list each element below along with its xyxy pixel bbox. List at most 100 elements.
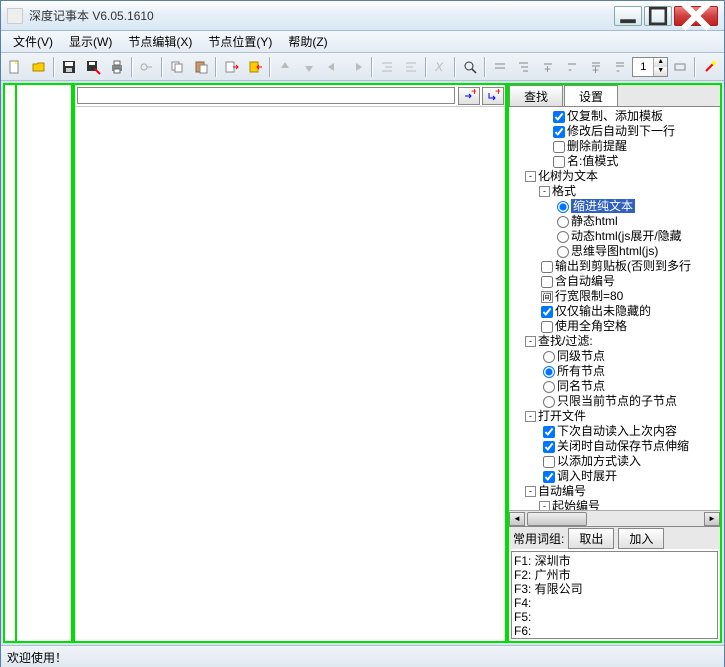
rad-dyn-html[interactable] [557, 231, 569, 243]
level-plus2-icon[interactable]: + [585, 56, 607, 78]
expand-all-icon[interactable] [513, 56, 535, 78]
menu-node-edit[interactable]: 节点编辑(X) [120, 31, 200, 52]
chk-fullspace[interactable] [541, 321, 553, 333]
import-icon[interactable] [244, 56, 266, 78]
tab-search[interactable]: 查找 [509, 85, 563, 106]
main-area: + + 查找 设置 仅复制、添加模板 修改后自动到下一行 删除前提醒 名:值模式… [3, 83, 722, 643]
insert-child-icon[interactable]: + [482, 87, 504, 105]
rad-sibling[interactable] [543, 351, 555, 363]
settings-tree[interactable]: 仅复制、添加模板 修改后自动到下一行 删除前提醒 名:值模式 -化树为文本 -格… [509, 107, 720, 510]
save-as-icon[interactable] [82, 56, 104, 78]
rad-all[interactable] [543, 366, 555, 378]
title-input[interactable] [77, 87, 455, 104]
chk-append[interactable] [543, 456, 555, 468]
phrase-f4[interactable]: F4: [514, 596, 715, 610]
chk-autonum[interactable] [541, 276, 553, 288]
window-title: 深度记事本 V6.05.1610 [29, 7, 612, 24]
print-icon[interactable] [106, 56, 128, 78]
rad-mindmap[interactable] [557, 246, 569, 258]
chk-nameval[interactable] [553, 156, 565, 168]
wand-icon[interactable] [699, 56, 721, 78]
tab-settings[interactable]: 设置 [564, 85, 618, 106]
phrase-f3[interactable]: F3: 有限公司 [514, 582, 715, 596]
tool-misc-icon[interactable] [669, 56, 691, 78]
exp-filter[interactable]: - [525, 336, 536, 347]
tree-pane[interactable] [15, 83, 73, 643]
level-minus-icon[interactable]: - [561, 56, 583, 78]
rad-static-html[interactable] [557, 216, 569, 228]
svg-text:+: + [471, 89, 476, 98]
chk-autoload[interactable] [543, 426, 555, 438]
svg-text:X: X [434, 60, 444, 74]
editor-area[interactable] [75, 107, 505, 641]
zoom-icon[interactable] [459, 56, 481, 78]
phrases-list[interactable]: F1: 深圳市 F2: 广州市 F3: 有限公司 F4: F5: F6: [511, 551, 718, 639]
svg-text:-: - [616, 63, 620, 75]
new-icon[interactable] [4, 56, 26, 78]
cut-icon[interactable]: X [430, 56, 452, 78]
scroll-right-arrow[interactable]: ► [704, 512, 720, 526]
save-icon[interactable] [58, 56, 80, 78]
export-icon[interactable] [220, 56, 242, 78]
exp-geshi[interactable]: - [539, 186, 550, 197]
right-tabs: 查找 设置 [509, 85, 720, 107]
chk-auto-next[interactable] [553, 126, 565, 138]
chk-del-confirm[interactable] [553, 141, 565, 153]
phrase-add-button[interactable]: 加入 [618, 528, 664, 549]
scroll-thumb[interactable] [527, 512, 587, 526]
open-icon[interactable] [28, 56, 50, 78]
level-value[interactable] [633, 61, 653, 73]
left-arrow-icon[interactable] [322, 56, 344, 78]
right-arrow-icon[interactable] [346, 56, 368, 78]
chk-autosave[interactable] [543, 441, 555, 453]
rad-samename[interactable] [543, 381, 555, 393]
exp-autonum[interactable]: - [525, 486, 536, 497]
chk-hidden[interactable] [541, 306, 553, 318]
rad-children[interactable] [543, 396, 555, 408]
svg-text:-: - [568, 62, 572, 75]
maximize-button[interactable] [644, 6, 672, 26]
collapse-all-icon[interactable] [489, 56, 511, 78]
phrase-f5[interactable]: F5: [514, 610, 715, 624]
minimize-button[interactable] [614, 6, 642, 26]
svg-text:+: + [544, 62, 551, 75]
phrase-f2[interactable]: F2: 广州市 [514, 568, 715, 582]
svg-text:+: + [592, 63, 599, 75]
menu-node-pos[interactable]: 节点位置(Y) [200, 31, 280, 52]
exp-openfile[interactable]: - [525, 411, 536, 422]
indent-left-icon[interactable] [376, 56, 398, 78]
exp-startnum[interactable]: - [539, 501, 550, 510]
level-minus2-icon[interactable]: - [609, 56, 631, 78]
menu-view[interactable]: 显示(W) [61, 31, 120, 52]
chk-clipboard[interactable] [541, 261, 553, 273]
menu-file[interactable]: 文件(V) [5, 31, 61, 52]
right-pane: 查找 设置 仅复制、添加模板 修改后自动到下一行 删除前提醒 名:值模式 -化树… [507, 83, 722, 643]
rad-plaintext[interactable] [557, 201, 569, 213]
key-icon[interactable] [136, 56, 158, 78]
phrase-f1[interactable]: F1: 深圳市 [514, 554, 715, 568]
scroll-left-arrow[interactable]: ◄ [509, 512, 525, 526]
level-plus-icon[interactable]: + [537, 56, 559, 78]
phrases-label: 常用词组: [513, 530, 564, 547]
tree-hscroll[interactable]: ◄► [509, 510, 720, 526]
content-pane: + + [73, 83, 507, 643]
spin-up[interactable]: ▲ [653, 58, 667, 67]
app-icon [7, 8, 23, 24]
paste-icon[interactable] [190, 56, 212, 78]
indent-right-icon[interactable] [400, 56, 422, 78]
chk-copy-template[interactable] [553, 111, 565, 123]
down-arrow-icon[interactable] [298, 56, 320, 78]
level-spinner[interactable]: ▲▼ [632, 57, 668, 77]
chk-expand[interactable] [543, 471, 555, 483]
close-button[interactable] [674, 6, 718, 26]
insert-sibling-icon[interactable]: + [458, 87, 480, 105]
statusbar: 欢迎使用！ [1, 645, 724, 667]
svg-text:+: + [495, 89, 500, 98]
phrase-f6[interactable]: F6: [514, 624, 715, 638]
up-arrow-icon[interactable] [274, 56, 296, 78]
exp-huashu[interactable]: - [525, 171, 536, 182]
copy-icon[interactable] [166, 56, 188, 78]
spin-down[interactable]: ▼ [653, 67, 667, 76]
phrase-get-button[interactable]: 取出 [568, 528, 614, 549]
menu-help[interactable]: 帮助(Z) [280, 31, 335, 52]
